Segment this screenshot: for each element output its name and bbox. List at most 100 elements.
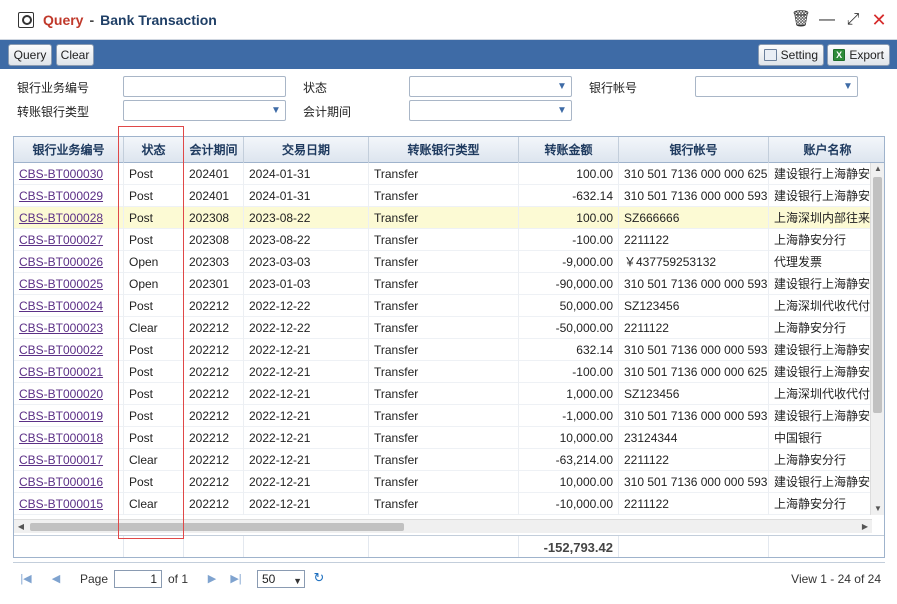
col-header-account-name[interactable]: 账户名称 [769, 137, 884, 163]
cell-transfer-type: Transfer [369, 493, 519, 515]
horizontal-scrollbar[interactable]: ◀ ▶ [14, 519, 872, 533]
chevron-down-icon: ▼ [271, 105, 281, 116]
cell-biz-no[interactable]: CBS-BT000019 [14, 405, 124, 427]
vertical-scrollbar[interactable]: ▲ ▼ [870, 163, 884, 515]
table-row[interactable]: CBS-BT000021 Post 202212 2022-12-21 Transfer… [14, 361, 872, 383]
cell-account: 310 501 7136 000 000 593 [619, 471, 769, 493]
cell-period: 202212 [184, 427, 244, 449]
table-row[interactable]: CBS-BT000027 Post 202308 2023-08-22 Transfer… [14, 229, 872, 251]
toolbar: Query Clear Setting X Export [0, 40, 897, 69]
cell-status: Post [124, 471, 184, 493]
bank-account-select[interactable]: ▼ [695, 76, 858, 97]
table-row[interactable]: CBS-BT000029 Post 202401 2024-01-31 Transfer… [14, 185, 872, 207]
setting-button[interactable]: Setting [758, 44, 824, 66]
cell-biz-no[interactable]: CBS-BT000016 [14, 471, 124, 493]
table-row[interactable]: CBS-BT000023 Clear 202212 2022-12-22 Transfe… [14, 317, 872, 339]
period-select[interactable]: ▼ [409, 100, 572, 121]
table-row[interactable]: CBS-BT000020 Post 202212 2022-12-21 Transfer… [14, 383, 872, 405]
cell-status: Post [124, 185, 184, 207]
cell-biz-no[interactable]: CBS-BT000021 [14, 361, 124, 383]
refresh-icon[interactable]: ↻ [312, 571, 326, 585]
cell-biz-no[interactable]: CBS-BT000028 [14, 207, 124, 229]
chevron-down-icon: ▼ [557, 105, 567, 116]
cell-biz-no[interactable]: CBS-BT000018 [14, 427, 124, 449]
cell-transfer-type: Transfer [369, 185, 519, 207]
horizontal-scroll-thumb[interactable] [30, 523, 404, 531]
next-page-icon[interactable]: ▶ [205, 572, 219, 586]
cell-date: 2022-12-21 [244, 493, 369, 515]
cell-biz-no[interactable]: CBS-BT000026 [14, 251, 124, 273]
table-row[interactable]: CBS-BT000018 Post 202212 2022-12-21 Transfer… [14, 427, 872, 449]
cell-transfer-type: Transfer [369, 229, 519, 251]
grid-header: 银行业务编号 状态 会计期间 交易日期 转账银行类型 转账金额 银行帐号 账户名… [14, 137, 884, 163]
col-header-date[interactable]: 交易日期 [244, 137, 369, 163]
col-header-amount[interactable]: 转账金额 [519, 137, 619, 163]
maximize-icon[interactable]: ⤢ [845, 12, 861, 28]
scroll-down-icon[interactable]: ▼ [871, 503, 884, 515]
table-row[interactable]: CBS-BT000017 Clear 202212 2022-12-21 Transfe… [14, 449, 872, 471]
col-header-biz-no[interactable]: 银行业务编号 [14, 137, 124, 163]
minimize-icon[interactable]: — [819, 12, 835, 28]
table-row[interactable]: CBS-BT000024 Post 202212 2022-12-22 Transfer… [14, 295, 872, 317]
cell-transfer-type: Transfer [369, 471, 519, 493]
query-window-icon [18, 11, 34, 28]
export-button[interactable]: X Export [827, 44, 890, 66]
cell-transfer-type: Transfer [369, 295, 519, 317]
cell-status: Open [124, 273, 184, 295]
cell-transfer-type: Transfer [369, 405, 519, 427]
table-row[interactable]: CBS-BT000015 Clear 202212 2022-12-21 Transfe… [14, 493, 872, 515]
transfer-type-select[interactable]: ▼ [123, 100, 286, 121]
cell-status: Post [124, 163, 184, 185]
cell-account: 2211122 [619, 449, 769, 471]
cell-transfer-type: Transfer [369, 273, 519, 295]
table-row[interactable]: CBS-BT000030 Post 202401 2024-01-31 Transfer… [14, 163, 872, 185]
cell-biz-no[interactable]: CBS-BT000022 [14, 339, 124, 361]
cell-biz-no[interactable]: CBS-BT000024 [14, 295, 124, 317]
col-header-transfer-type[interactable]: 转账银行类型 [369, 137, 519, 163]
bank-account-label: 银行帐号 [589, 81, 638, 95]
cell-date: 2022-12-21 [244, 361, 369, 383]
prev-page-icon[interactable]: ◀ [49, 572, 63, 586]
cell-date: 2022-12-21 [244, 449, 369, 471]
scroll-right-icon[interactable]: ▶ [858, 520, 872, 534]
cell-biz-no[interactable]: CBS-BT000025 [14, 273, 124, 295]
scroll-up-icon[interactable]: ▲ [871, 163, 884, 175]
clear-button[interactable]: Clear [56, 44, 94, 66]
cell-period: 202212 [184, 449, 244, 471]
page-size-select[interactable]: 50 ▼ [257, 570, 305, 588]
transfer-type-label: 转账银行类型 [17, 105, 90, 119]
footer-cell [184, 536, 244, 557]
cell-transfer-type: Transfer [369, 427, 519, 449]
cell-transfer-type: Transfer [369, 317, 519, 339]
col-header-account[interactable]: 银行帐号 [619, 137, 769, 163]
table-row[interactable]: CBS-BT000019 Post 202212 2022-12-21 Transfer… [14, 405, 872, 427]
table-row[interactable]: CBS-BT000016 Post 202212 2022-12-21 Transfer… [14, 471, 872, 493]
cell-biz-no[interactable]: CBS-BT000015 [14, 493, 124, 515]
vertical-scroll-thumb[interactable] [873, 177, 882, 413]
delete-icon[interactable]: 🗑 [791, 12, 811, 28]
cell-account: SZ123456 [619, 383, 769, 405]
cell-biz-no[interactable]: CBS-BT000027 [14, 229, 124, 251]
cell-biz-no[interactable]: CBS-BT000020 [14, 383, 124, 405]
footer-cell [124, 536, 184, 557]
page-number-input[interactable]: 1 [114, 570, 162, 588]
cell-biz-no[interactable]: CBS-BT000023 [14, 317, 124, 339]
table-row[interactable]: CBS-BT000025 Open 202301 2023-01-03 Transfer… [14, 273, 872, 295]
last-page-icon[interactable]: ▶| [229, 572, 243, 586]
status-select[interactable]: ▼ [409, 76, 572, 97]
query-button[interactable]: Query [8, 44, 52, 66]
table-row[interactable]: CBS-BT000022 Post 202212 2022-12-21 Transfer… [14, 339, 872, 361]
cell-biz-no[interactable]: CBS-BT000030 [14, 163, 124, 185]
scroll-left-icon[interactable]: ◀ [14, 520, 28, 534]
table-row[interactable]: CBS-BT000028 Post 202308 2023-08-22 Transfer… [14, 207, 872, 229]
close-icon[interactable]: ✕ [871, 11, 887, 29]
cell-biz-no[interactable]: CBS-BT000029 [14, 185, 124, 207]
cell-biz-no[interactable]: CBS-BT000017 [14, 449, 124, 471]
bank-biz-no-input[interactable] [123, 76, 286, 97]
first-page-icon[interactable]: |◀ [19, 572, 33, 586]
cell-amount: -63,214.00 [519, 449, 619, 471]
cell-status: Post [124, 295, 184, 317]
col-header-status[interactable]: 状态 [124, 137, 184, 163]
table-row[interactable]: CBS-BT000026 Open 202303 2023-03-03 Transfer… [14, 251, 872, 273]
col-header-period[interactable]: 会计期间 [184, 137, 244, 163]
